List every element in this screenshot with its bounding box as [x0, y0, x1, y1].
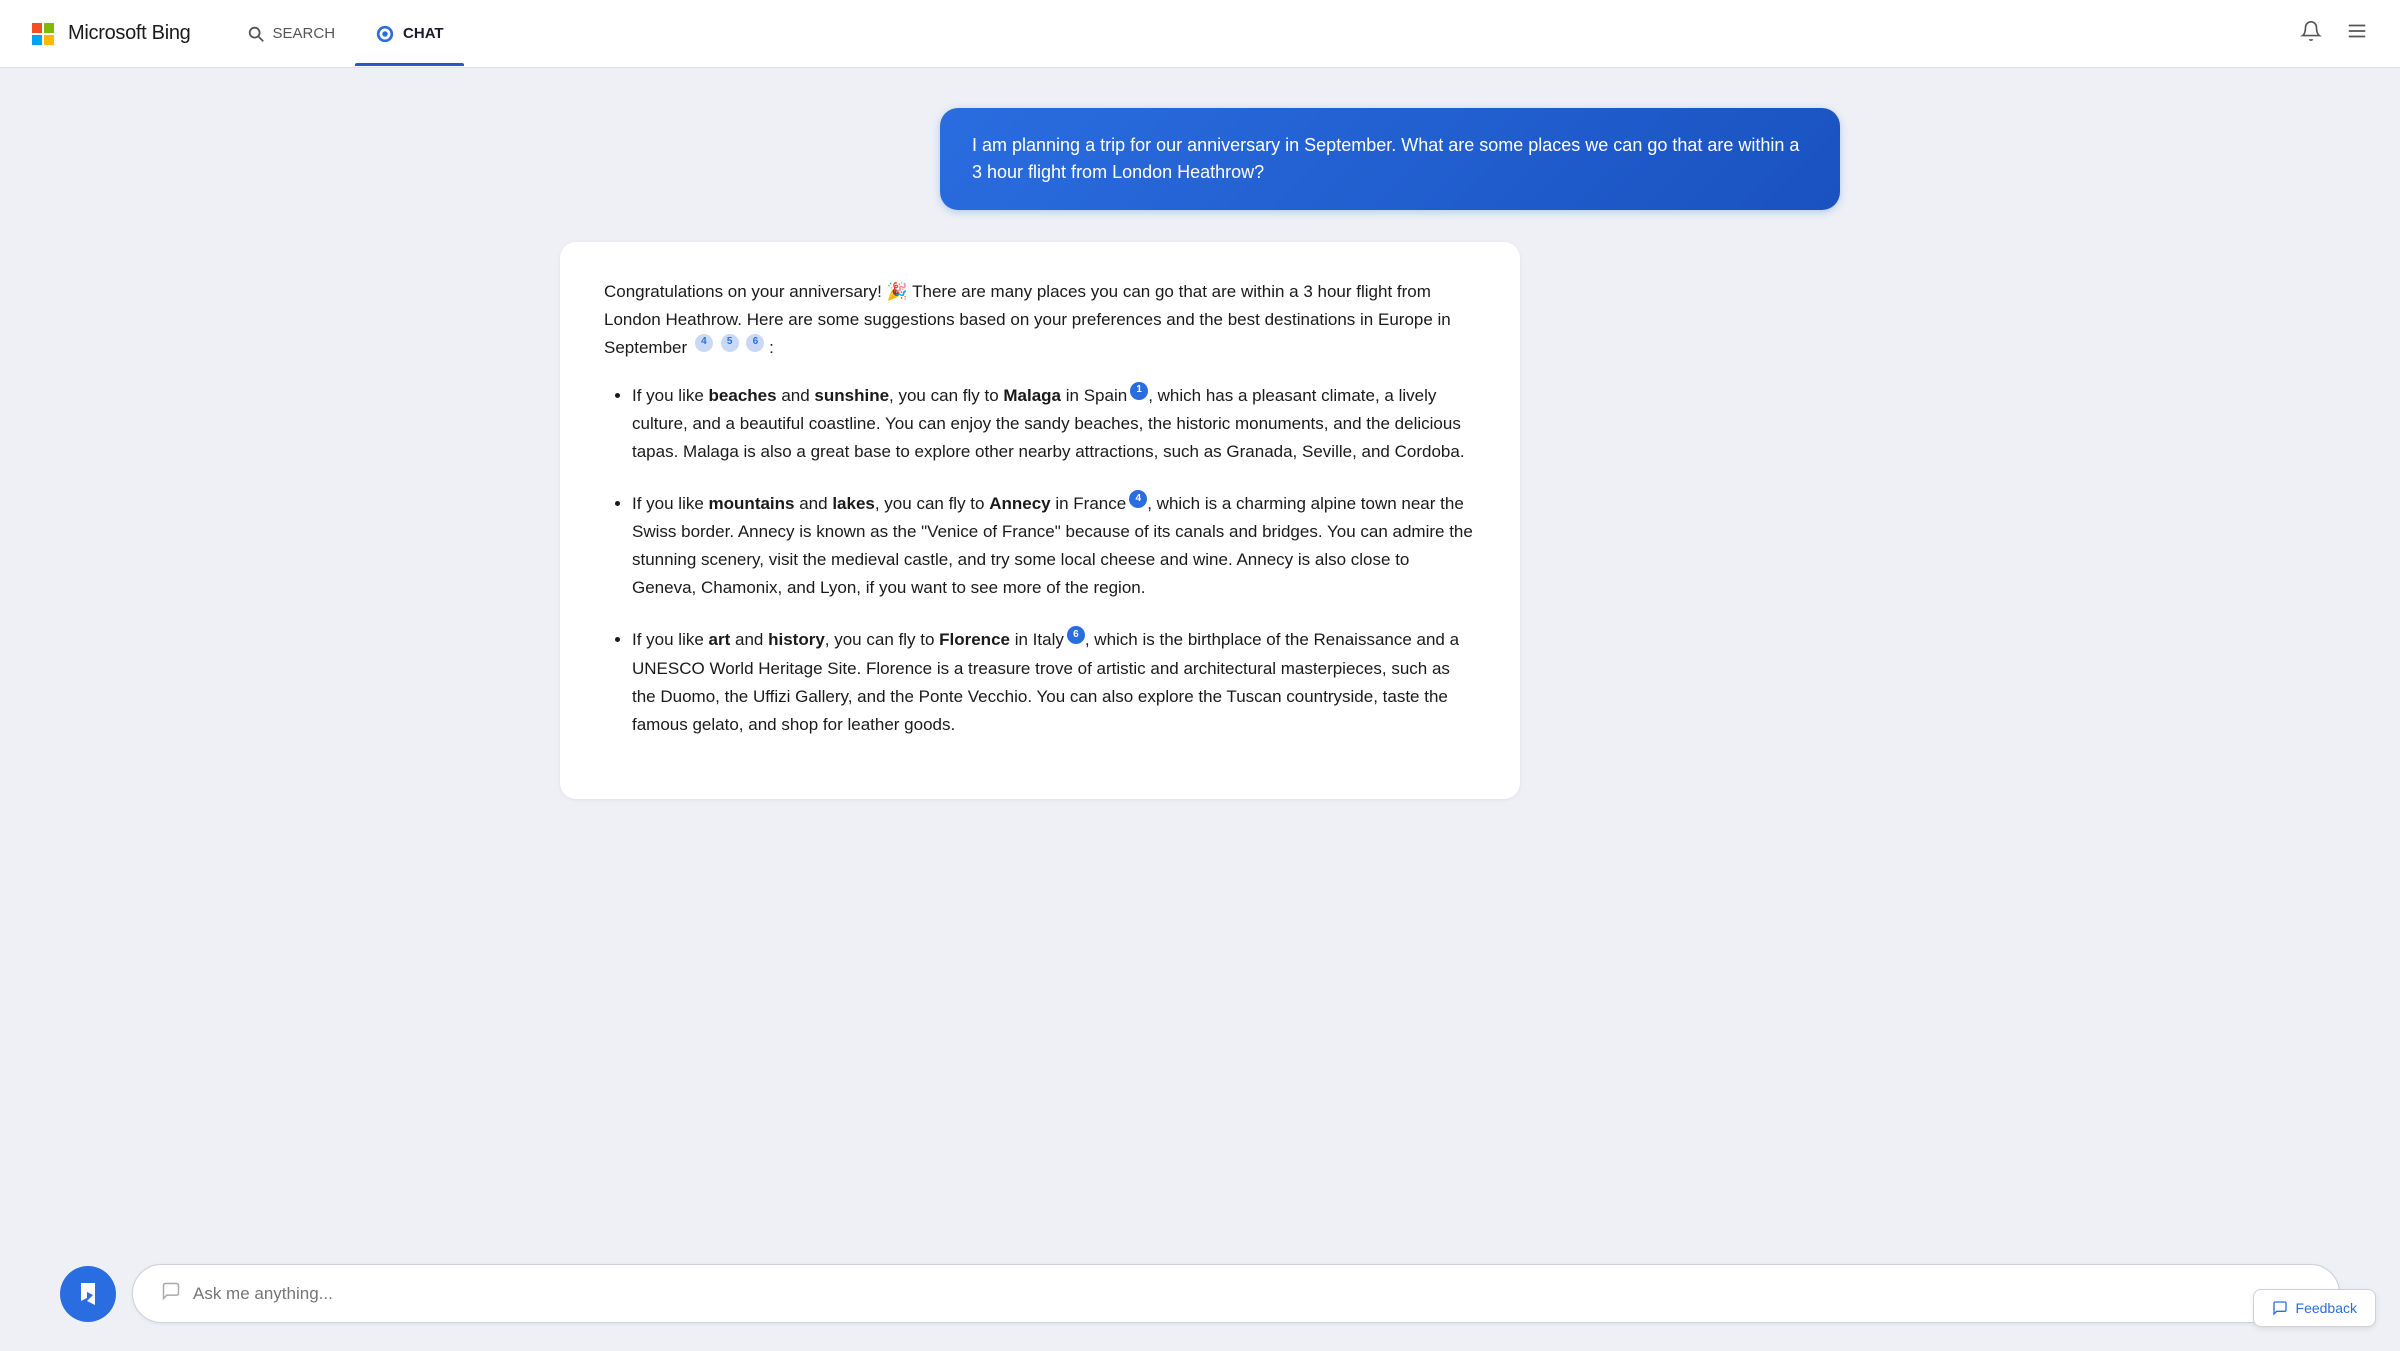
user-message: I am planning a trip for our anniversary…: [940, 108, 1840, 210]
chat-input[interactable]: [193, 1284, 2311, 1304]
input-area: [0, 1244, 2400, 1351]
message-icon: [161, 1281, 181, 1306]
main-content: I am planning a trip for our anniversary…: [500, 68, 1900, 1351]
search-icon: [247, 25, 265, 43]
nav: SEARCH CHAT: [227, 2, 464, 66]
feedback-label: Feedback: [2296, 1300, 2357, 1316]
logo-text: Microsoft Bing: [68, 22, 191, 45]
feedback-button[interactable]: Feedback: [2253, 1289, 2376, 1327]
feedback-icon: [2272, 1300, 2288, 1316]
ai-intro: Congratulations on your anniversary! 🎉 T…: [604, 278, 1476, 362]
menu-icon[interactable]: [2346, 20, 2368, 47]
citation-6b[interactable]: 6: [1067, 626, 1085, 644]
nav-chat-label: CHAT: [403, 25, 444, 42]
user-message-wrapper: I am planning a trip for our anniversary…: [560, 108, 1840, 210]
list-item: If you like mountains and lakes, you can…: [632, 490, 1476, 602]
citation-4[interactable]: 4: [695, 334, 713, 352]
ai-suggestions-list: If you like beaches and sunshine, you ca…: [604, 382, 1476, 739]
ai-response: Congratulations on your anniversary! 🎉 T…: [560, 242, 1520, 799]
bell-icon[interactable]: [2300, 20, 2322, 47]
citation-6[interactable]: 6: [746, 334, 764, 352]
nav-item-chat[interactable]: CHAT: [355, 2, 464, 66]
bing-logo-icon: [73, 1279, 103, 1309]
nav-item-search[interactable]: SEARCH: [227, 3, 356, 65]
logo[interactable]: Microsoft Bing: [32, 22, 191, 45]
citation-4b[interactable]: 4: [1129, 490, 1147, 508]
header-right: [2300, 20, 2368, 47]
bing-squares-icon: [32, 23, 54, 45]
nav-search-label: SEARCH: [273, 25, 336, 42]
citation-1[interactable]: 1: [1130, 382, 1148, 400]
list-item: If you like art and history, you can fly…: [632, 626, 1476, 738]
chat-icon: [375, 24, 395, 44]
citation-5[interactable]: 5: [721, 334, 739, 352]
header: Microsoft Bing SEARCH CHAT: [0, 0, 2400, 68]
list-item: If you like beaches and sunshine, you ca…: [632, 382, 1476, 466]
bing-avatar[interactable]: [60, 1266, 116, 1322]
input-box: [132, 1264, 2340, 1323]
